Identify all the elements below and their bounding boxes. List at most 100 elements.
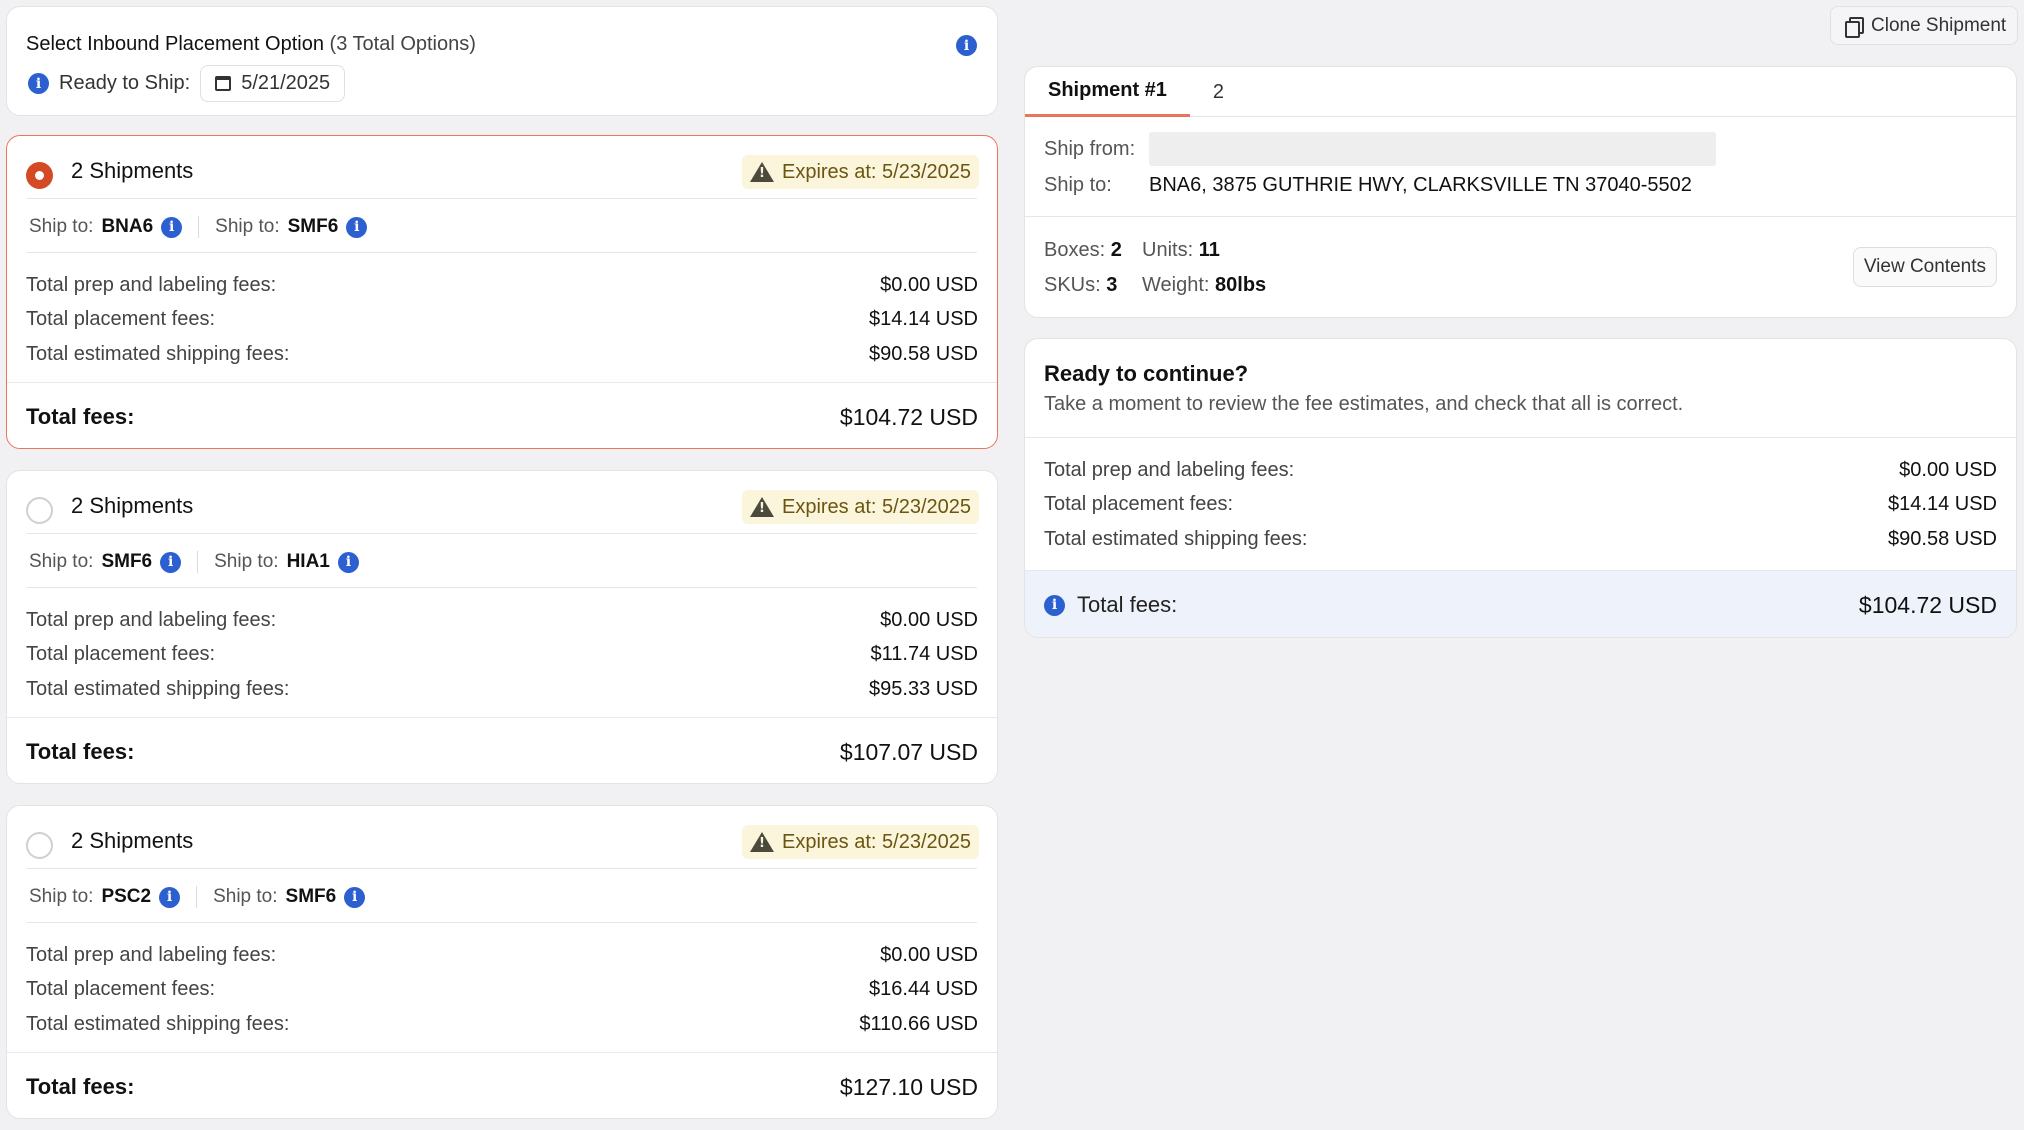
- ship-to-row: Ship to: SMF6 i Ship to: HIA1 i: [29, 543, 375, 581]
- info-icon[interactable]: i: [28, 73, 49, 94]
- fee-label: Total estimated shipping fees:: [26, 677, 290, 700]
- placement-option-1[interactable]: 2 Shipments Expires at: 5/23/2025 Ship t…: [6, 135, 998, 449]
- info-icon[interactable]: i: [344, 886, 366, 908]
- page-title: Select Inbound Placement Option (3 Total…: [26, 33, 476, 56]
- units-value: 11: [1198, 239, 1220, 261]
- options-count: (3 Total Options): [329, 33, 476, 55]
- ship-addresses: Ship from: Ship to: BNA6, 3875 GUTHRIE H…: [1044, 131, 1997, 203]
- ship-from-label: Ship from:: [1044, 137, 1136, 160]
- fee-row: Total prep and labeling fees: $0.00 USD: [26, 268, 978, 303]
- fee-row: Total placement fees: $14.14 USD: [26, 303, 978, 338]
- fee-value: $0.00 USD: [1899, 458, 1997, 481]
- units-stat: Units: 11: [1142, 239, 1240, 262]
- ship-to-item: Ship to: SMF6 i: [196, 886, 381, 908]
- ship-from-row: Ship from:: [1044, 131, 1997, 167]
- shipment-stats: Boxes: 2 Units: 11 SKUs: 3 Weight: 80lbs: [1044, 233, 1266, 303]
- summary-total-label: Total fees:: [1077, 592, 1178, 617]
- ready-date-value: 5/21/2025: [241, 72, 331, 94]
- fee-row: Total estimated shipping fees: $90.58 US…: [26, 337, 978, 372]
- ship-to-label: Ship to:: [215, 216, 280, 237]
- ship-to-item: Ship to: SMF6 i: [29, 551, 197, 573]
- fee-row: Total estimated shipping fees: $110.66 U…: [26, 1007, 978, 1042]
- fee-row: Total placement fees: $16.44 USD: [26, 973, 978, 1008]
- placement-option-2[interactable]: 2 Shipments Expires at: 5/23/2025 Ship t…: [6, 470, 998, 784]
- summary-subtitle: Take a moment to review the fee estimate…: [1044, 393, 1684, 415]
- ship-to-code: BNA6: [101, 216, 154, 237]
- placement-option-3[interactable]: 2 Shipments Expires at: 5/23/2025 Ship t…: [6, 805, 998, 1119]
- fee-value: $90.58 USD: [1888, 527, 1997, 550]
- boxes-label: Boxes:: [1044, 239, 1106, 261]
- ship-to-label: Ship to:: [1044, 173, 1112, 196]
- divider: [27, 533, 977, 534]
- ship-to-label: Ship to:: [29, 551, 94, 572]
- fee-label: Total estimated shipping fees:: [26, 1012, 290, 1035]
- total-fees-label: Total fees:: [26, 739, 135, 764]
- fee-label: Total estimated shipping fees:: [1044, 527, 1308, 550]
- info-icon[interactable]: i: [346, 216, 368, 238]
- boxes-stat: Boxes: 2: [1044, 239, 1142, 262]
- tab-shipment-1[interactable]: Shipment #1: [1025, 67, 1190, 117]
- option-title: 2 Shipments: [71, 828, 194, 853]
- tab-shipment-2[interactable]: 2: [1190, 67, 1247, 117]
- fee-value: $14.14 USD: [869, 308, 978, 331]
- info-icon[interactable]: i: [337, 551, 359, 573]
- fee-row: Total prep and labeling fees: $0.00 USD: [26, 603, 978, 638]
- total-fees-value: $127.10 USD: [839, 1073, 978, 1100]
- radio-icon[interactable]: [26, 497, 53, 524]
- ship-to-item: Ship to: BNA6 i: [29, 216, 198, 238]
- fee-label: Total placement fees:: [1044, 493, 1233, 516]
- expires-badge: Expires at: 5/23/2025: [741, 155, 979, 189]
- fee-value: $0.00 USD: [880, 273, 978, 296]
- radio-icon-selected[interactable]: [26, 162, 53, 189]
- fee-row: Total prep and labeling fees: $0.00 USD: [1044, 453, 1997, 488]
- ship-to-row: Ship to: PSC2 i Ship to: SMF6 i: [29, 878, 381, 916]
- ship-to-label: Ship to:: [213, 886, 278, 907]
- divider: [27, 587, 977, 588]
- ship-to-address: BNA6, 3875 GUTHRIE HWY, CLARKSVILLE TN 3…: [1149, 173, 1692, 196]
- ship-to-code: SMF6: [101, 551, 153, 572]
- units-label: Units:: [1142, 239, 1194, 261]
- divider: [7, 717, 997, 718]
- ready-to-ship-row: i Ready to Ship: 5/21/2025: [28, 65, 346, 102]
- view-contents-button[interactable]: View Contents: [1852, 247, 1997, 287]
- fee-label: Total placement fees:: [26, 643, 215, 666]
- option-title: 2 Shipments: [71, 158, 194, 183]
- placement-header-card: Select Inbound Placement Option (3 Total…: [6, 6, 998, 116]
- divider: [27, 868, 977, 869]
- ship-to-item: Ship to: SMF6 i: [198, 216, 383, 238]
- fee-label: Total placement fees:: [26, 308, 215, 331]
- info-icon[interactable]: i: [1044, 594, 1065, 616]
- total-fees-label: Total fees:: [26, 404, 135, 429]
- divider: [7, 1052, 997, 1053]
- summary-total-row: i Total fees: $104.72 USD: [1025, 570, 2016, 637]
- fee-row: Total prep and labeling fees: $0.00 USD: [26, 938, 978, 973]
- radio-icon[interactable]: [26, 832, 53, 859]
- total-fees-row: Total fees: $104.72 USD: [26, 390, 978, 444]
- clone-icon: [1845, 16, 1864, 38]
- expires-text: Expires at: 5/23/2025: [781, 495, 971, 518]
- summary-title: Ready to continue?: [1044, 361, 1249, 386]
- fee-label: Total prep and labeling fees:: [26, 943, 277, 966]
- summary-total-left: i Total fees:: [1044, 592, 1177, 618]
- fee-list: Total prep and labeling fees: $0.00 USD …: [26, 938, 978, 1042]
- ship-to-item: Ship to: PSC2 i: [29, 886, 196, 908]
- info-icon[interactable]: i: [160, 551, 182, 573]
- divider: [27, 252, 977, 253]
- ready-date-picker[interactable]: 5/21/2025: [200, 65, 346, 102]
- total-fees-value: $107.07 USD: [839, 738, 978, 765]
- stats-line: Boxes: 2 Units: 11: [1044, 233, 1266, 268]
- clone-shipment-button[interactable]: Clone Shipment: [1830, 6, 2018, 45]
- info-icon[interactable]: i: [159, 886, 181, 908]
- info-icon[interactable]: i: [956, 35, 977, 56]
- fee-summary-card: Ready to continue? Take a moment to revi…: [1024, 338, 2017, 638]
- calendar-icon: [215, 76, 232, 91]
- fee-row: Total placement fees: $11.74 USD: [26, 638, 978, 673]
- fee-value: $16.44 USD: [869, 978, 978, 1001]
- info-icon[interactable]: i: [161, 216, 183, 238]
- fee-list: Total prep and labeling fees: $0.00 USD …: [26, 603, 978, 707]
- fee-label: Total prep and labeling fees:: [26, 273, 277, 296]
- weight-stat: Weight: 80lbs: [1142, 274, 1266, 297]
- skus-label: SKUs:: [1044, 274, 1101, 296]
- fee-value: $0.00 USD: [880, 943, 978, 966]
- expires-badge: Expires at: 5/23/2025: [741, 490, 979, 524]
